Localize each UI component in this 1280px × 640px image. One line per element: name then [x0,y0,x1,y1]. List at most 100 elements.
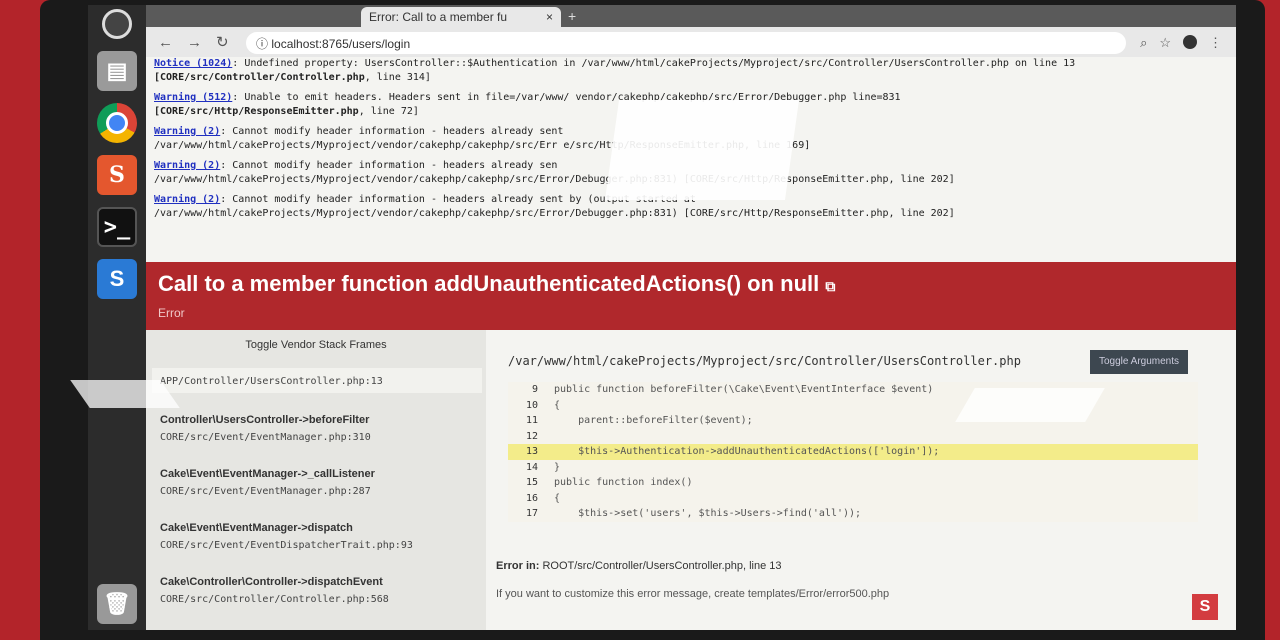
notice-line: , line 314] [364,72,431,83]
browser-window: Error: Call to a member fu × + ← → ↻ ⓘ l… [146,5,1236,630]
notice-level-link[interactable]: Notice (1024) [154,58,232,69]
notice-path: /var/www/html/cakeProjects/Myproject/ven… [154,140,558,151]
url-text: localhost:8765/users/login [271,37,411,51]
line-number: 14 [525,461,538,473]
stack-frame[interactable]: APP/Controller/UsersController.php:13 [152,368,482,393]
line-number: 9 [531,384,538,395]
line-number: 13 [525,446,538,457]
line-text: parent::beforeFilter($event); [554,415,753,426]
toolbar-right: ⌕ ☆ ⋮ [1140,35,1222,51]
launcher: ▤ S >_ S 🗑 [88,5,146,630]
stack-frame-function: Cake\Event\EventManager->_callListener [160,468,375,480]
line-text: { [554,492,561,504]
error-location: Error in: ROOT/src/Controller/UsersContr… [496,560,782,572]
line-text: public function index() [554,477,693,488]
tab-close-icon[interactable]: × [546,10,553,24]
notice-level-link[interactable]: Warning (2) [154,126,220,137]
error-header: Call to a member function addUnauthentic… [146,262,1236,330]
line-number: 12 [525,430,538,442]
back-icon[interactable]: ← [158,34,173,51]
screen-glare [955,388,1105,422]
trash-icon[interactable]: 🗑 [97,584,137,624]
toggle-arguments-button[interactable]: Toggle Arguments [1090,350,1188,374]
forward-icon[interactable]: → [187,34,202,51]
screen-glare [70,380,180,408]
code-line: 15 public function index() [508,475,1198,491]
stack-frame[interactable]: Controller\UsersController->beforeFilter… [152,408,482,449]
notice-file: [CORE/src/Http/ResponseEmitter.php [154,106,359,117]
notice-message: : Undefined property: UsersController::$… [232,58,1076,69]
line-text: public function beforeFilter(\Cake\Event… [554,384,934,395]
notice-level-link[interactable]: Warning (2) [154,160,220,171]
line-text: $this->Authentication->addUnauthenticate… [554,446,940,457]
code-line: 17 $this->set('users', $this->Users->fin… [508,506,1198,522]
menu-icon[interactable]: ⋮ [1209,35,1222,51]
code-line: 11 parent::beforeFilter($event); [508,413,1198,429]
cakephp-logo-icon: S [1192,594,1218,620]
stack-frame-path: CORE/src/Event/EventManager.php:310 [160,432,371,443]
notice-path: /var/www/html/cakeProjects/Myproject/ven… [154,174,955,185]
error-in-label: Error in: [496,560,540,572]
sublime-icon[interactable]: S [97,155,137,195]
stack-frame-function: Controller\UsersController->beforeFilter [160,414,370,426]
profile-avatar[interactable] [1183,35,1197,49]
new-tab-icon[interactable]: + [568,8,576,24]
stack-frame-path: APP/Controller/UsersController.php:13 [160,376,383,387]
stack-frame[interactable]: Cake\Event\EventManager->_callListener C… [152,462,482,503]
source-panel: /var/www/html/cakeProjects/Myproject/src… [496,330,1236,630]
files-icon[interactable]: ▤ [97,51,137,91]
zoom-icon[interactable]: ⌕ [1140,35,1147,51]
code-line: 12 [508,429,1198,445]
error-title-text: Call to a member function addUnauthentic… [158,271,820,296]
notice-level-link[interactable]: Warning (2) [154,194,220,205]
error-in-value: ROOT/src/Controller/UsersController.php,… [542,560,782,572]
info-icon[interactable]: ⓘ [256,37,268,51]
error-type: Error [158,306,185,320]
toggle-vendor-button[interactable]: Toggle Vendor Stack Frames [146,330,486,362]
line-number: 16 [525,492,538,504]
star-icon[interactable]: ☆ [1159,35,1171,51]
line-text: $this->set('users', $this->Users->find('… [554,508,862,519]
notice-file: [CORE/src/Controller/Controller.php [154,72,365,83]
stack-frame-function: Cake\Controller\Controller->dispatchEven… [160,576,383,588]
code-line: 14} [508,460,1198,476]
stack-frame-path: CORE/src/Controller/Controller.php:568 [160,594,389,605]
code-line: 16 { [508,491,1198,507]
line-text: } [554,461,561,473]
address-bar[interactable]: ⓘ localhost:8765/users/login [246,32,1126,54]
stack-frame[interactable]: Cake\Event\EventManager->dispatch CORE/s… [152,516,482,557]
screen-glare [604,100,800,200]
line-number: 15 [525,477,538,488]
line-text [544,429,554,445]
line-text: { [554,399,561,411]
error-title: Call to a member function addUnauthentic… [158,270,1224,300]
notice-path: /var/www/html/cakeProjects/Myproject/ven… [154,208,955,219]
line-number: 10 [525,399,538,411]
tab-active[interactable]: Error: Call to a member fu × [361,7,561,27]
stack-frame[interactable]: Cake\Controller\Controller->dispatchEven… [152,570,482,611]
notice-level-link[interactable]: Warning (512) [154,92,232,103]
notice-line: , line 72] [358,106,419,117]
reload-icon[interactable]: ↻ [216,33,229,51]
stack-frame-function: Cake\Event\EventManager->dispatch [160,522,353,534]
stack-trace-panel: Toggle Vendor Stack Frames APP/Controlle… [146,330,486,630]
screen: ▤ S >_ S 🗑 Error: Call to a member fu × … [88,5,1236,630]
copy-icon[interactable]: ⧉ [825,278,835,294]
stack-frame-path: CORE/src/Event/EventDispatcherTrait.php:… [160,540,413,551]
source-file-path: /var/www/html/cakeProjects/Myproject/src… [508,354,1021,368]
code-line-highlighted: 13 $this->Authentication->addUnauthentic… [508,444,1198,460]
app-s-icon[interactable]: S [97,259,137,299]
line-number: 11 [525,415,538,426]
chrome-icon[interactable] [97,103,137,143]
notice-item: Notice (1024): Undefined property: Users… [154,57,1224,85]
notice-message: : Cannot modify header information - hea… [220,160,558,171]
tab-title: Error: Call to a member fu [369,10,508,24]
tab-bar: Error: Call to a member fu × + [146,5,1236,27]
stack-frame-path: CORE/src/Event/EventManager.php:287 [160,486,371,497]
customize-hint: If you want to customize this error mess… [496,588,890,600]
notice-message: : Unable to emit headers. Headers sent i… [232,92,570,103]
line-number: 17 [525,508,538,519]
notice-message: : Cannot modify header information - hea… [220,126,564,137]
ubuntu-icon[interactable] [102,9,132,39]
terminal-icon[interactable]: >_ [97,207,137,247]
